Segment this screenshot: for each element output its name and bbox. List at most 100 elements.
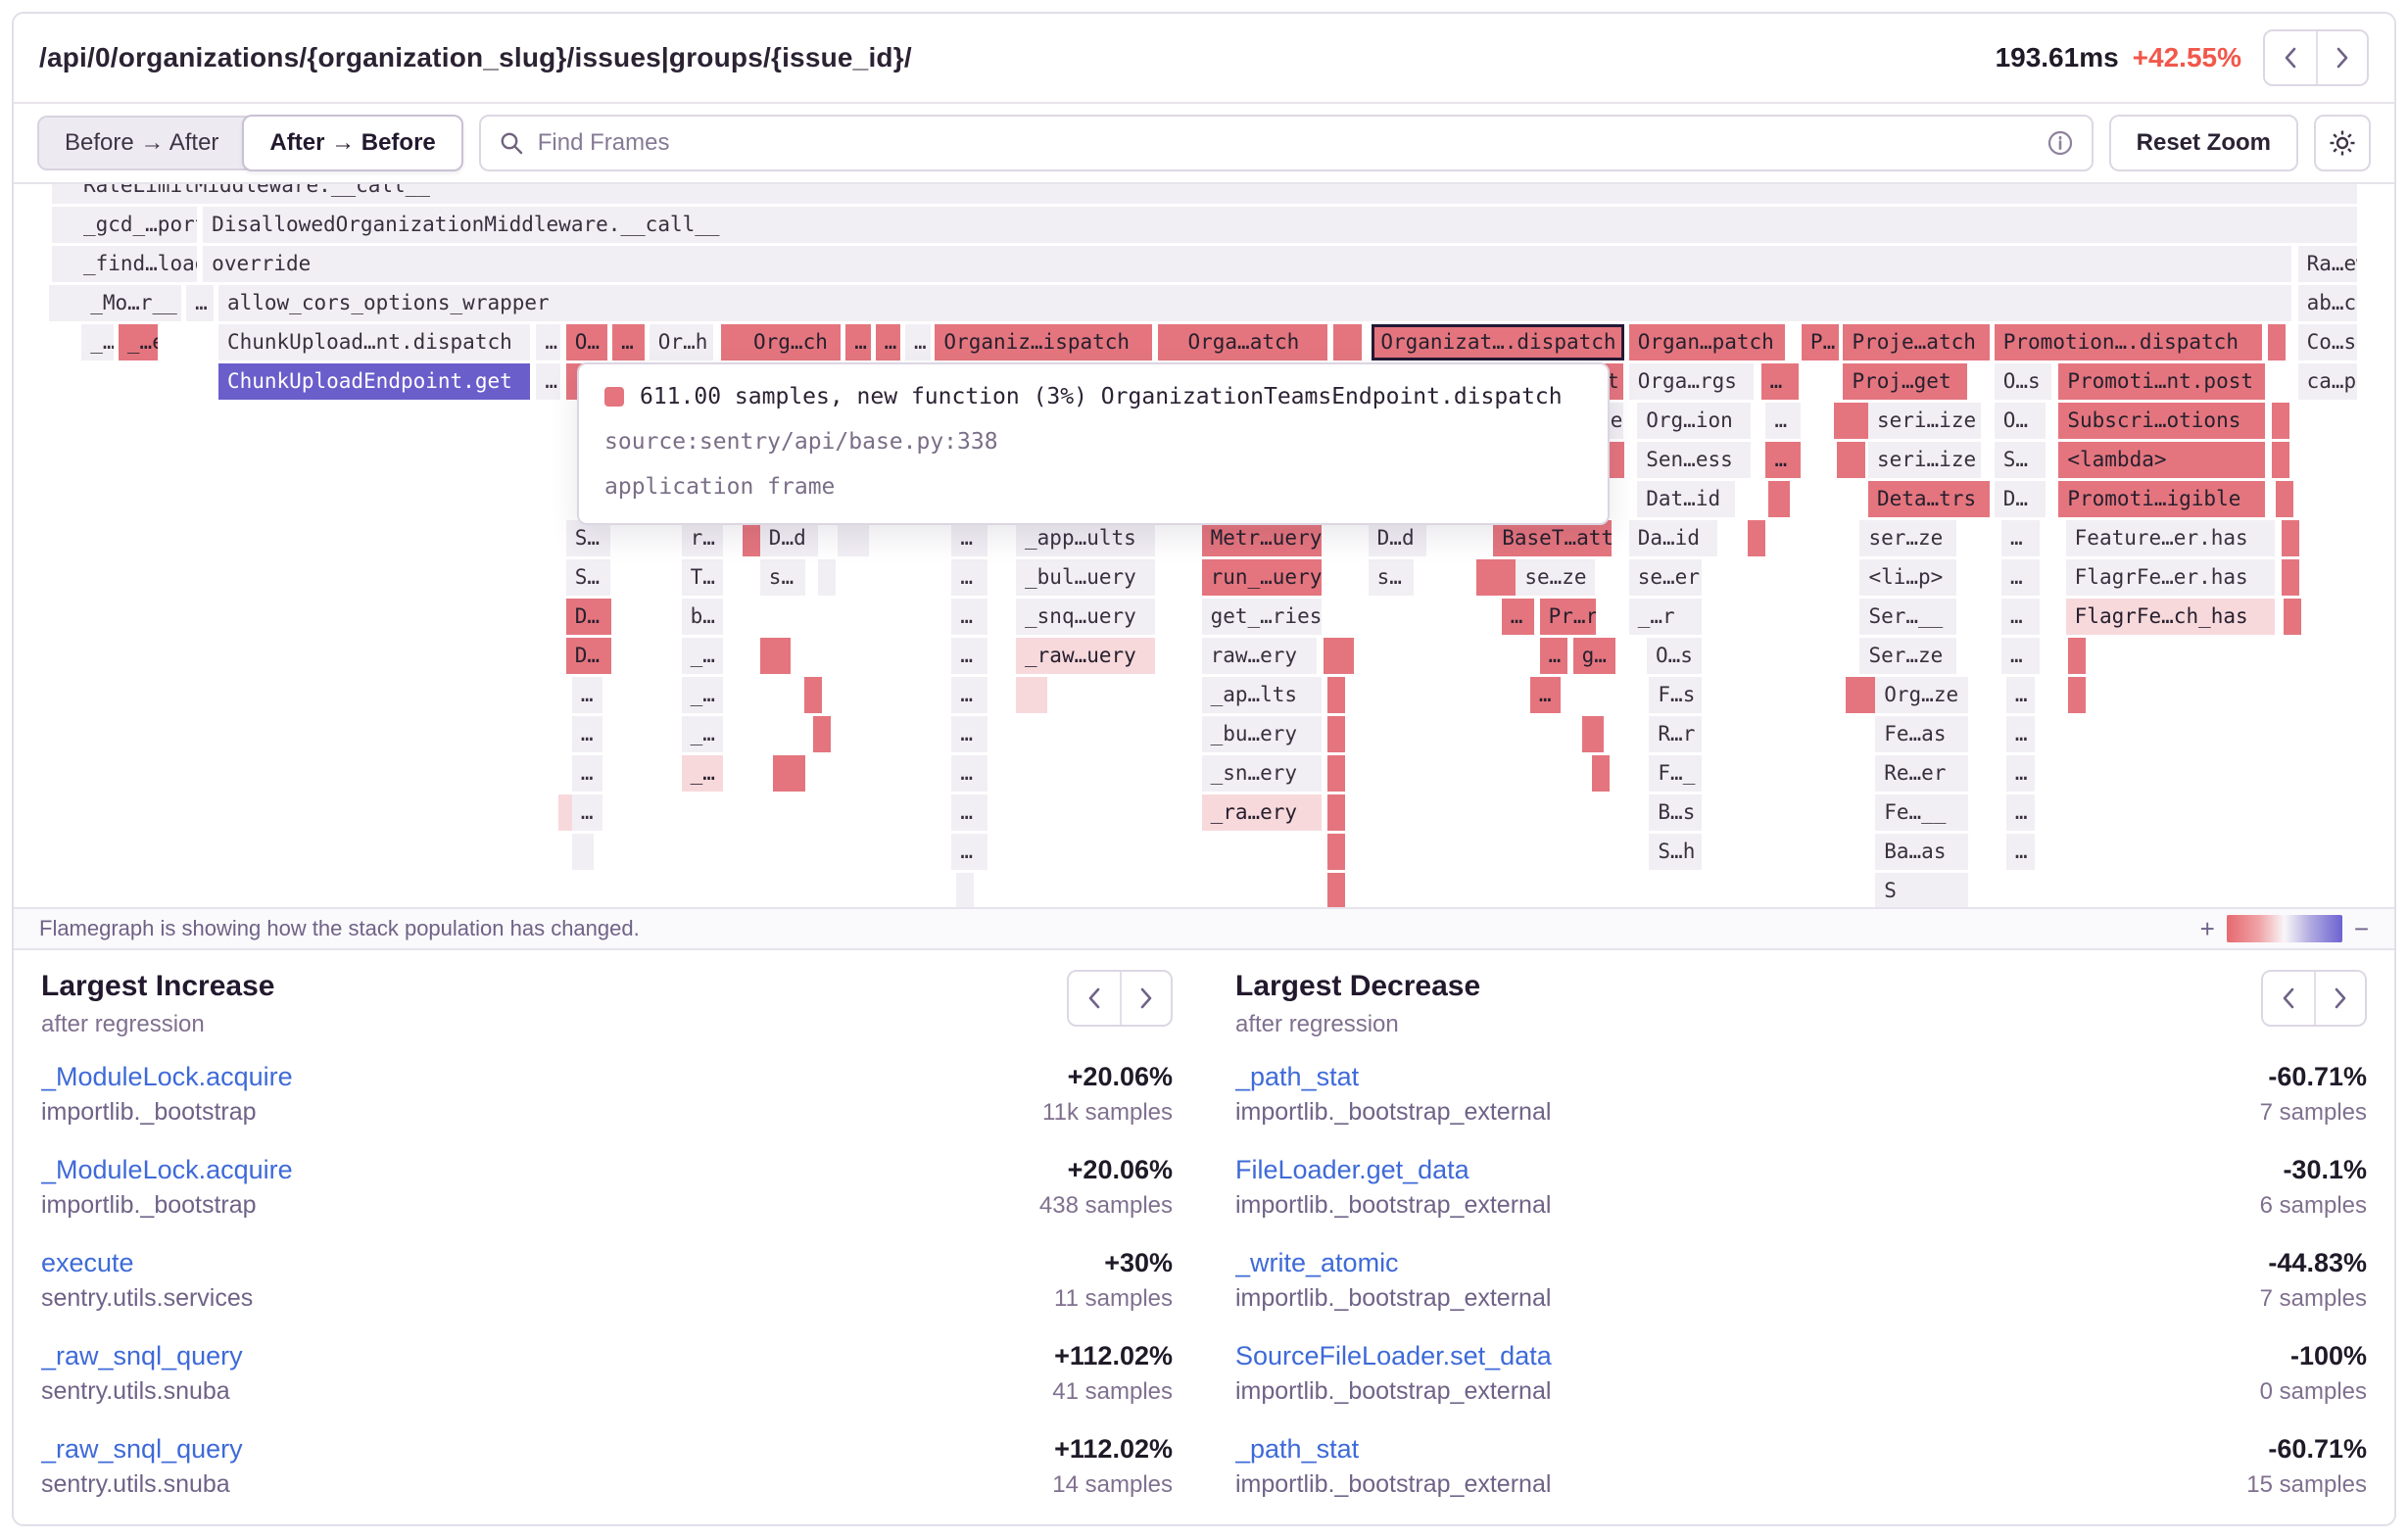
flame-tick[interactable] (2276, 481, 2293, 517)
flame-tick[interactable] (1336, 638, 1354, 674)
flame-frame[interactable]: _…r (1629, 599, 1702, 635)
flame-frame[interactable]: seri…ize (1868, 442, 1981, 478)
flame-tick[interactable] (2272, 403, 2289, 439)
flame-frame[interactable]: Organ…patch (1629, 324, 1785, 360)
flame-frame[interactable]: … (2001, 599, 2040, 635)
flame-frame[interactable]: _… (682, 638, 724, 674)
flame-tick[interactable] (1592, 755, 1610, 792)
flame-tick[interactable] (2282, 559, 2299, 596)
flame-tick[interactable] (851, 520, 869, 556)
flame-frame[interactable]: … (845, 324, 871, 360)
flame-frame[interactable]: seri…ize (1868, 403, 1981, 439)
flame-frame[interactable]: … (951, 559, 987, 596)
flame-frame[interactable]: D… (566, 638, 611, 674)
reset-zoom-button[interactable]: Reset Zoom (2109, 115, 2298, 171)
flame-frame[interactable]: … (905, 324, 931, 360)
flame-tick[interactable] (1582, 716, 1604, 752)
flame-frame[interactable]: Ser…__ (1859, 599, 1955, 635)
flame-tick[interactable] (804, 677, 822, 713)
flame-frame[interactable]: se…ze (1516, 559, 1594, 596)
flame-frame[interactable]: ChunkUpload…nt.dispatch (218, 324, 530, 360)
flame-tick[interactable] (1327, 794, 1345, 831)
flame-frame[interactable]: r… (682, 520, 724, 556)
flame-frame[interactable]: … (1502, 599, 1534, 635)
flame-tick[interactable] (2068, 638, 2086, 674)
flame-frame[interactable]: F…_ (1649, 755, 1701, 792)
flame-tick[interactable] (1327, 677, 1345, 713)
flame-frame[interactable]: _bu…ery (1202, 716, 1323, 752)
flame-tick[interactable] (1768, 481, 1790, 517)
flame-frame[interactable]: allow_cors_options_wrapper (218, 285, 2292, 321)
flame-tick[interactable] (1327, 873, 1345, 907)
flame-frame[interactable]: _… (682, 677, 724, 713)
flame-frame[interactable]: Ser…ze (1859, 638, 1955, 674)
flame-frame[interactable]: Ba…as (1875, 834, 1968, 870)
flame-frame[interactable]: Ra…ew (2298, 246, 2358, 282)
flame-tick[interactable] (2284, 599, 2301, 635)
flame-frame[interactable]: … (1765, 442, 1800, 478)
flame-frame[interactable]: b… (682, 599, 724, 635)
flame-frame[interactable]: s… (760, 559, 805, 596)
flame-frame[interactable]: … (1540, 638, 1567, 674)
function-link[interactable]: _write_atomic (1235, 1248, 1399, 1278)
flame-frame[interactable]: Or…h (650, 324, 714, 360)
flame-frame[interactable]: … (951, 520, 987, 556)
flame-frame[interactable]: … (2006, 794, 2035, 831)
flame-frame[interactable]: … (572, 716, 603, 752)
flame-frame[interactable]: … (2006, 677, 2035, 713)
function-link[interactable]: _raw_snql_query (41, 1341, 243, 1371)
increase-next-button[interactable] (1120, 972, 1171, 1025)
function-link[interactable]: _ModuleLock.acquire (41, 1155, 293, 1185)
flame-frame[interactable]: Orga…atch (1179, 324, 1327, 360)
flame-tick[interactable] (773, 638, 791, 674)
flame-frame[interactable]: … (2001, 559, 2040, 596)
flame-frame[interactable]: Org…ze (1875, 677, 1968, 713)
flame-frame[interactable]: … (951, 599, 987, 635)
flame-frame[interactable]: S… (566, 520, 610, 556)
flame-frame[interactable]: O…s (1995, 363, 2051, 400)
flame-frame[interactable]: Organizat….dispatch (1372, 324, 1624, 360)
flame-frame[interactable]: se…er (1629, 559, 1702, 596)
flame-tick[interactable] (818, 559, 836, 596)
flame-tick[interactable] (1327, 755, 1345, 792)
flame-frame[interactable]: … (951, 794, 987, 831)
function-link[interactable]: execute (41, 1248, 134, 1278)
flame-frame[interactable]: raw…ery (1202, 638, 1318, 674)
flame-tick[interactable] (572, 834, 594, 870)
flame-frame[interactable]: … (2006, 716, 2035, 752)
decrease-prev-button[interactable] (2263, 972, 2314, 1025)
flame-frame[interactable]: ChunkUploadEndpoint.get (218, 363, 530, 400)
flame-frame[interactable]: Subscri…otions (2058, 403, 2264, 439)
flame-frame[interactable]: … (1761, 363, 1800, 400)
flame-tick[interactable] (1327, 716, 1345, 752)
function-link[interactable]: SourceFileLoader.set_data (1235, 1341, 1552, 1371)
flame-tick[interactable] (1344, 324, 1362, 360)
flame-frame[interactable]: S…h (1649, 834, 1701, 870)
flame-frame[interactable]: Co…st (2298, 324, 2358, 360)
flame-frame[interactable]: ser…ze (1859, 520, 1955, 556)
flame-frame[interactable]: T… (682, 559, 724, 596)
flame-frame[interactable]: … (951, 677, 987, 713)
flame-frame[interactable]: … (572, 794, 603, 831)
flame-frame[interactable]: … (1765, 403, 1800, 439)
decrease-next-button[interactable] (2314, 972, 2365, 1025)
function-link[interactable]: FileLoader.get_data (1235, 1155, 1469, 1185)
flame-frame[interactable]: _… (81, 324, 114, 360)
flame-frame[interactable]: D…d (760, 520, 819, 556)
flame-frame[interactable]: _Mo…r__ (81, 285, 181, 321)
function-link[interactable]: _raw_snql_query (41, 1434, 243, 1465)
flame-frame[interactable]: Fe…__ (1875, 794, 1968, 831)
flame-frame[interactable]: Re…er (1875, 755, 1968, 792)
flame-tick[interactable] (1748, 520, 1765, 556)
flame-frame[interactable]: Promoti…igible (2058, 481, 2264, 517)
toggle-before-after[interactable]: Before → After (39, 118, 244, 168)
flame-tick[interactable] (743, 520, 760, 556)
flame-frame[interactable]: Org…ch (745, 324, 841, 360)
flame-frame[interactable]: D… (1995, 481, 2046, 517)
flame-frame[interactable]: F…s (1649, 677, 1701, 713)
flame-frame[interactable]: run_…uery (1202, 559, 1323, 596)
flame-frame[interactable]: DisallowedOrganizationMiddleware.__call_… (203, 207, 2357, 243)
flame-frame[interactable]: Feature…er.has (2066, 520, 2276, 556)
flame-frame[interactable]: _find…load (74, 246, 197, 282)
flame-frame[interactable]: BaseT…attrs (1493, 520, 1611, 556)
